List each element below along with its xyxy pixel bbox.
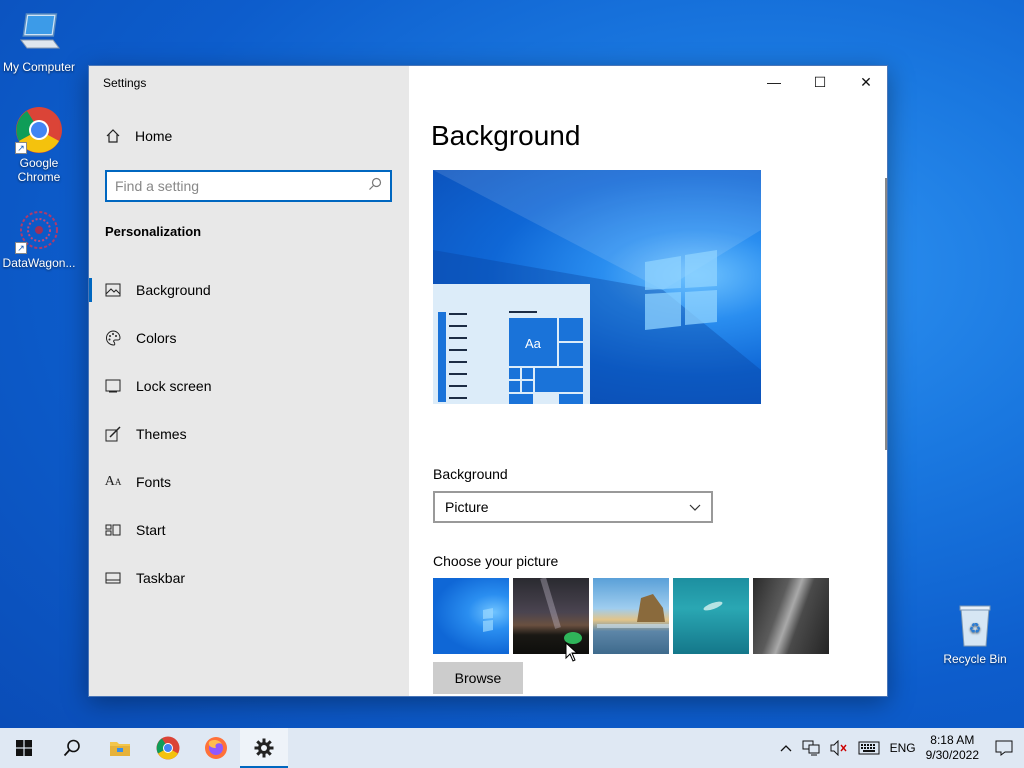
chevron-up-icon bbox=[780, 745, 792, 752]
search-field[interactable] bbox=[105, 170, 392, 202]
start-button[interactable] bbox=[0, 728, 48, 768]
touch-keyboard-button[interactable] bbox=[853, 728, 885, 768]
page-title: Background bbox=[431, 120, 581, 151]
tray-overflow-button[interactable] bbox=[775, 728, 797, 768]
taskbar-settings[interactable] bbox=[240, 728, 288, 768]
firefox-icon bbox=[205, 737, 227, 759]
taskbar-file-explorer[interactable] bbox=[96, 728, 144, 768]
background-type-dropdown[interactable]: Picture bbox=[433, 491, 713, 523]
file-explorer-icon bbox=[110, 742, 130, 756]
thumbnail-underwater-swimmer[interactable] bbox=[673, 578, 749, 654]
taskbar-icon bbox=[105, 570, 121, 586]
settings-sidebar: Settings Home Personalization Background bbox=[89, 66, 409, 696]
lock-screen-icon bbox=[105, 378, 121, 394]
network-button[interactable] bbox=[797, 728, 825, 768]
nav-item-start[interactable]: Start bbox=[89, 506, 409, 554]
chevron-down-icon bbox=[689, 499, 701, 515]
thumbnail-beach-rocks[interactable] bbox=[593, 578, 669, 654]
notification-icon bbox=[995, 740, 1013, 756]
volume-button[interactable] bbox=[825, 728, 853, 768]
taskbar-chrome[interactable] bbox=[144, 728, 192, 768]
close-button[interactable]: ✕ bbox=[843, 66, 887, 98]
caption-buttons: — ☐ ✕ bbox=[751, 66, 887, 98]
nav-item-colors[interactable]: Colors bbox=[89, 314, 409, 362]
thumbnail-rock-cliff[interactable] bbox=[753, 578, 829, 654]
nav-label: Colors bbox=[136, 330, 177, 346]
settings-window: Settings Home Personalization Background bbox=[88, 65, 888, 697]
home-icon bbox=[105, 128, 121, 144]
home-link[interactable]: Home bbox=[105, 128, 172, 144]
volume-muted-icon bbox=[830, 740, 847, 756]
network-icon bbox=[802, 740, 820, 756]
computer-icon bbox=[15, 10, 63, 58]
clock-time: 8:18 AM bbox=[930, 733, 975, 747]
desktop-icon-datawagon[interactable]: ↗ DataWagon... bbox=[0, 206, 78, 270]
nav-item-fonts[interactable]: AA Fonts bbox=[89, 458, 409, 506]
desktop-icon-label: My Computer bbox=[2, 60, 76, 74]
nav-label: Lock screen bbox=[136, 378, 212, 394]
desktop-icon-my-computer[interactable]: My Computer bbox=[0, 10, 78, 74]
taskbar: ENG 8:18 AM 9/30/2022 bbox=[0, 728, 1024, 768]
recycle-bin-icon: ♻ bbox=[951, 602, 999, 650]
nav-label: Background bbox=[136, 282, 211, 298]
taskbar-firefox[interactable] bbox=[192, 728, 240, 768]
language-indicator[interactable]: ENG bbox=[885, 728, 921, 768]
section-title: Personalization bbox=[105, 224, 202, 239]
shortcut-arrow-icon: ↗ bbox=[15, 242, 27, 254]
search-icon bbox=[63, 739, 80, 757]
nav-item-themes[interactable]: Themes bbox=[89, 410, 409, 458]
nav-label: Fonts bbox=[136, 474, 172, 490]
desktop-icon-google-chrome[interactable]: ↗ Google Chrome bbox=[0, 106, 78, 184]
browse-button[interactable]: Browse bbox=[433, 662, 523, 694]
nav-item-taskbar[interactable]: Taskbar bbox=[89, 554, 409, 602]
preview-start-menu: Aa bbox=[433, 284, 590, 404]
svg-text:♻: ♻ bbox=[969, 620, 982, 636]
settings-nav: Background Colors Lock screen Themes A A… bbox=[89, 266, 409, 602]
nav-item-lock-screen[interactable]: Lock screen bbox=[89, 362, 409, 410]
palette-icon bbox=[105, 330, 121, 346]
home-label: Home bbox=[135, 128, 173, 144]
content-scrollbar[interactable] bbox=[885, 178, 887, 450]
clock-date: 9/30/2022 bbox=[925, 748, 979, 762]
thumbnail-windows-blue[interactable] bbox=[433, 578, 509, 654]
chrome-icon bbox=[156, 736, 180, 760]
search-icon bbox=[368, 177, 382, 196]
keyboard-icon bbox=[858, 741, 880, 755]
datawagon-icon: ↗ bbox=[15, 206, 63, 254]
taskbar-search-button[interactable] bbox=[48, 728, 96, 768]
nav-label: Themes bbox=[136, 426, 187, 442]
chrome-icon: ↗ bbox=[15, 106, 63, 154]
brush-icon bbox=[105, 426, 121, 442]
mouse-cursor-icon bbox=[565, 642, 579, 662]
desktop-icon-label: Recycle Bin bbox=[943, 652, 1007, 666]
choose-picture-label: Choose your picture bbox=[433, 553, 559, 569]
clock[interactable]: 8:18 AM 9/30/2022 bbox=[921, 728, 984, 768]
desktop-icon-label: Google Chrome bbox=[17, 156, 61, 184]
maximize-button[interactable]: ☐ bbox=[797, 66, 843, 98]
notifications-button[interactable] bbox=[984, 728, 1024, 768]
window-title: Settings bbox=[103, 76, 147, 90]
desktop-icon-recycle-bin[interactable]: ♻ Recycle Bin bbox=[936, 602, 1014, 666]
dropdown-value: Picture bbox=[445, 499, 489, 515]
shortcut-arrow-icon: ↗ bbox=[15, 142, 27, 154]
background-preview: Aa bbox=[433, 170, 761, 404]
system-tray: ENG 8:18 AM 9/30/2022 bbox=[775, 728, 1024, 768]
settings-content: — ☐ ✕ Background Aa Background Picture C… bbox=[409, 66, 887, 696]
preview-tile-text: Aa bbox=[525, 336, 541, 351]
background-type-label: Background bbox=[433, 466, 508, 482]
search-input[interactable] bbox=[115, 178, 368, 194]
nav-label: Start bbox=[136, 522, 166, 538]
picture-thumbnails bbox=[433, 578, 829, 654]
start-icon bbox=[105, 522, 121, 538]
minimize-button[interactable]: — bbox=[751, 66, 797, 98]
nav-label: Taskbar bbox=[136, 570, 186, 586]
nav-item-background[interactable]: Background bbox=[89, 266, 409, 314]
font-icon: AA bbox=[104, 474, 122, 489]
picture-icon bbox=[105, 282, 121, 298]
settings-icon bbox=[254, 738, 274, 758]
preview-start-tiles bbox=[438, 311, 583, 404]
windows-start-icon bbox=[16, 740, 32, 756]
desktop-icon-label: DataWagon... bbox=[2, 256, 76, 270]
